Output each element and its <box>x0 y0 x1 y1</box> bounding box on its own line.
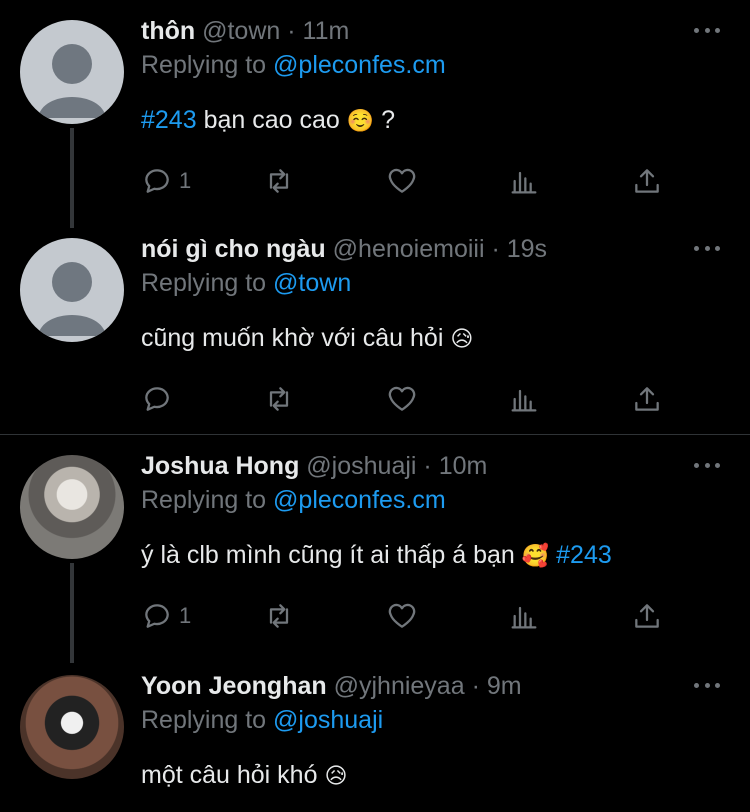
reply-button[interactable] <box>141 381 179 417</box>
separator: · <box>471 672 480 700</box>
sad-emoji: 😥 <box>450 327 474 352</box>
timestamp[interactable]: 9m <box>487 672 522 700</box>
tweet-header: thôn @town · 11m <box>141 16 349 46</box>
share-button[interactable] <box>631 381 663 417</box>
tweet-2[interactable]: nói gì cho ngàu @henoiemoiii · 19s Reply… <box>0 218 750 434</box>
tweet-text: ý là clb mình cũng ít ai thấp á bạn 🥰 #2… <box>141 540 612 572</box>
share-icon <box>635 387 659 411</box>
tweet-1[interactable]: thôn @town · 11m Replying to @pleconfes.… <box>0 0 750 228</box>
hashtag-link[interactable]: #243 <box>556 541 612 569</box>
tweet-actions <box>141 381 671 417</box>
replying-to: Replying to @pleconfes.cm <box>141 50 446 80</box>
like-button[interactable] <box>386 598 418 634</box>
tweet-header: Joshua Hong @joshuaji · 10m <box>141 451 487 481</box>
tweet-actions: 1 <box>141 163 671 199</box>
tweet-feed: thôn @town · 11m Replying to @pleconfes.… <box>0 0 750 812</box>
more-icon[interactable] <box>694 20 720 40</box>
retweet-icon <box>269 604 289 628</box>
replying-label: Replying to <box>141 706 267 734</box>
mention-link[interactable]: @pleconfes.cm <box>273 51 446 79</box>
photo-avatar[interactable] <box>20 675 124 779</box>
username[interactable]: @henoiemoiii <box>333 235 485 263</box>
tweet-suffix: ? <box>381 106 396 134</box>
reply-icon <box>145 604 169 628</box>
retweet-icon <box>269 387 289 411</box>
default-avatar[interactable] <box>20 238 124 342</box>
tweet-body: cũng muốn khờ với câu hỏi <box>141 324 444 352</box>
display-name[interactable]: Yoon Jeonghan <box>141 672 327 700</box>
sad-emoji: 😥 <box>324 764 348 789</box>
replying-label: Replying to <box>141 269 267 297</box>
tweet-body: một câu hỏi khó <box>141 761 318 789</box>
tweet-text: #243 bạn cao cao ☺️ ? <box>141 105 395 137</box>
smiling-emoji: ☺️ <box>346 109 375 134</box>
retweet-icon <box>269 169 289 193</box>
timestamp[interactable]: 11m <box>303 17 350 45</box>
thread-line <box>70 563 74 663</box>
replying-to: Replying to @pleconfes.cm <box>141 485 446 515</box>
share-icon <box>635 604 659 628</box>
like-icon <box>388 386 416 411</box>
username[interactable]: @yjhnieyaa <box>334 672 465 700</box>
share-icon <box>635 169 659 193</box>
username[interactable]: @town <box>202 17 280 45</box>
reply-button[interactable]: 1 <box>141 598 191 634</box>
mention-link[interactable]: @joshuaji <box>273 706 383 734</box>
more-icon[interactable] <box>694 238 720 258</box>
person-icon <box>38 44 106 118</box>
like-button[interactable] <box>386 163 418 199</box>
default-avatar[interactable] <box>20 20 124 124</box>
tweet-text: cũng muốn khờ với câu hỏi 😥 <box>141 323 473 355</box>
replying-to: Replying to @joshuaji <box>141 705 383 735</box>
separator: · <box>491 235 500 263</box>
reply-count: 1 <box>179 168 192 193</box>
tweet-header: Yoon Jeonghan @yjhnieyaa · 9m <box>141 671 522 701</box>
tweet-body: ý là clb mình cũng ít ai thấp á bạn <box>141 541 515 569</box>
more-icon[interactable] <box>694 675 720 695</box>
love-emoji: 🥰 <box>521 544 550 569</box>
more-icon[interactable] <box>694 455 720 475</box>
reply-icon <box>145 169 169 193</box>
username[interactable]: @joshuaji <box>306 452 416 480</box>
retweet-button[interactable] <box>263 381 295 417</box>
tweet-3[interactable]: Joshua Hong @joshuaji · 10m Replying to … <box>0 435 750 663</box>
share-button[interactable] <box>631 163 663 199</box>
analytics-button[interactable] <box>508 381 540 417</box>
display-name[interactable]: thôn <box>141 17 195 45</box>
reply-count: 1 <box>179 603 192 628</box>
separator: · <box>287 17 296 45</box>
analytics-button[interactable] <box>508 163 540 199</box>
timestamp[interactable]: 10m <box>439 452 488 480</box>
analytics-icon <box>511 606 537 629</box>
display-name[interactable]: Joshua Hong <box>141 452 299 480</box>
analytics-icon <box>511 389 537 412</box>
mention-link[interactable]: @town <box>273 269 351 297</box>
share-button[interactable] <box>631 598 663 634</box>
thread-line <box>70 128 74 228</box>
hashtag-link[interactable]: #243 <box>141 106 197 134</box>
replying-to: Replying to @town <box>141 268 351 298</box>
tweet-4[interactable]: Yoon Jeonghan @yjhnieyaa · 9m Replying t… <box>0 655 750 812</box>
tweet-text: một câu hỏi khó 😥 <box>141 760 347 792</box>
mention-link[interactable]: @pleconfes.cm <box>273 486 446 514</box>
reply-button[interactable]: 1 <box>141 163 191 199</box>
person-icon <box>38 262 106 336</box>
analytics-button[interactable] <box>508 598 540 634</box>
reply-icon <box>145 387 169 411</box>
photo-avatar[interactable] <box>20 455 124 559</box>
tweet-header: nói gì cho ngàu @henoiemoiii · 19s <box>141 234 547 264</box>
tweet-actions: 1 <box>141 598 671 634</box>
replying-label: Replying to <box>141 486 267 514</box>
retweet-button[interactable] <box>263 598 295 634</box>
separator: · <box>423 452 432 480</box>
display-name[interactable]: nói gì cho ngàu <box>141 235 326 263</box>
analytics-icon <box>511 171 537 194</box>
retweet-button[interactable] <box>263 163 295 199</box>
tweet-body: bạn cao cao <box>203 106 340 134</box>
replying-label: Replying to <box>141 51 267 79</box>
like-button[interactable] <box>386 381 418 417</box>
like-icon <box>388 168 416 193</box>
timestamp[interactable]: 19s <box>507 235 547 263</box>
like-icon <box>388 603 416 628</box>
